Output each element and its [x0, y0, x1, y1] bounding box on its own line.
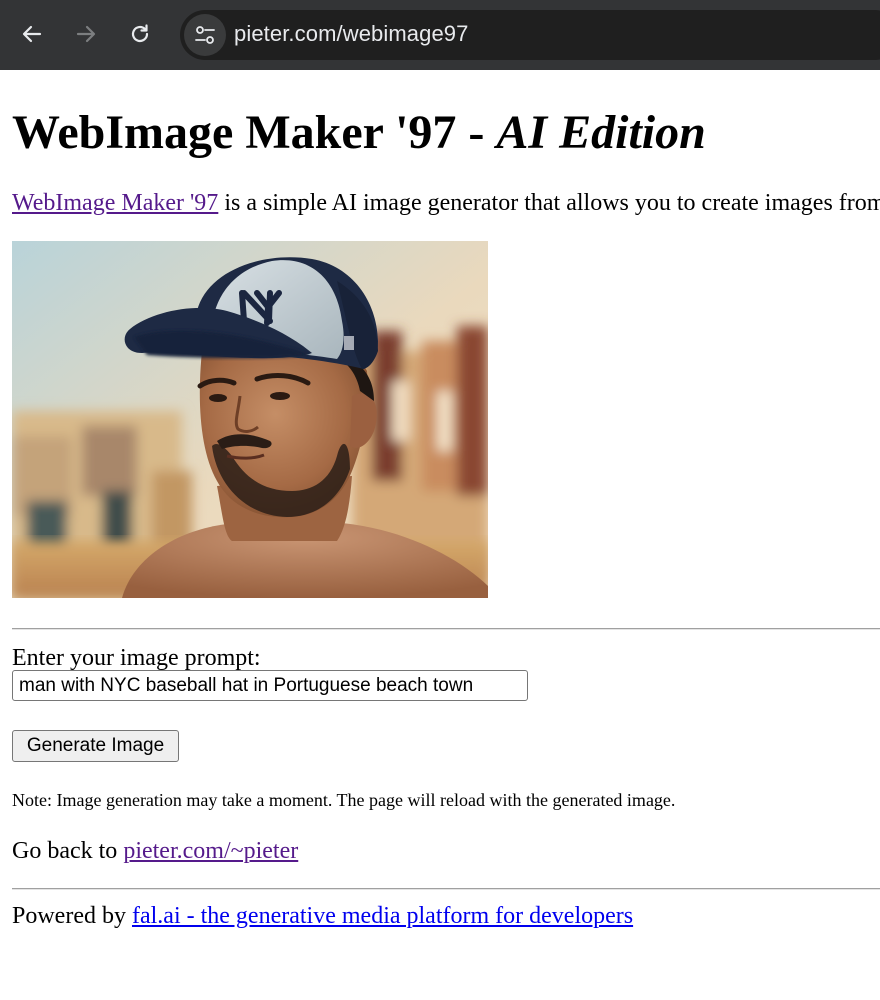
- fal-ai-link[interactable]: fal.ai - the generative media platform f…: [132, 903, 633, 929]
- generation-note: Note: Image generation may take a moment…: [12, 790, 676, 810]
- go-back-line: Go back to pieter.com/~pieter: [12, 838, 298, 865]
- prompt-input[interactable]: [12, 670, 528, 701]
- intro-paragraph: WebImage Maker '97 is a simple AI image …: [12, 188, 880, 219]
- title-italic: AI Edition: [496, 106, 706, 159]
- page-title: WebImage Maker '97 - AI Edition: [12, 104, 706, 162]
- divider-bottom: [12, 888, 880, 890]
- intro-text: is a simple AI image generator that allo…: [218, 190, 880, 216]
- browser-toolbar: pieter.com/webimage97: [0, 0, 880, 70]
- url-text[interactable]: pieter.com/webimage97: [234, 21, 468, 47]
- prompt-label: Enter your image prompt:: [12, 645, 261, 671]
- back-button[interactable]: [12, 14, 52, 54]
- arrow-right-icon: [76, 25, 96, 43]
- arrow-left-icon: [22, 25, 42, 43]
- goback-text: Go back to: [12, 838, 124, 864]
- generate-image-button[interactable]: Generate Image: [12, 730, 179, 762]
- goback-link[interactable]: pieter.com/~pieter: [123, 838, 298, 864]
- forward-button[interactable]: [66, 14, 106, 54]
- generated-image-art: [12, 241, 488, 598]
- powered-text: Powered by: [12, 903, 132, 929]
- tune-icon: [195, 26, 215, 44]
- intro-link[interactable]: WebImage Maker '97: [12, 190, 218, 216]
- reload-button[interactable]: [120, 14, 160, 54]
- powered-by-line: Powered by fal.ai - the generative media…: [12, 903, 633, 930]
- divider-top: [12, 628, 880, 630]
- generated-image: [12, 241, 488, 598]
- reload-icon: [131, 24, 149, 43]
- site-info-button[interactable]: [184, 14, 226, 56]
- address-bar[interactable]: pieter.com/webimage97: [180, 10, 880, 60]
- title-plain: WebImage Maker '97 -: [12, 106, 497, 159]
